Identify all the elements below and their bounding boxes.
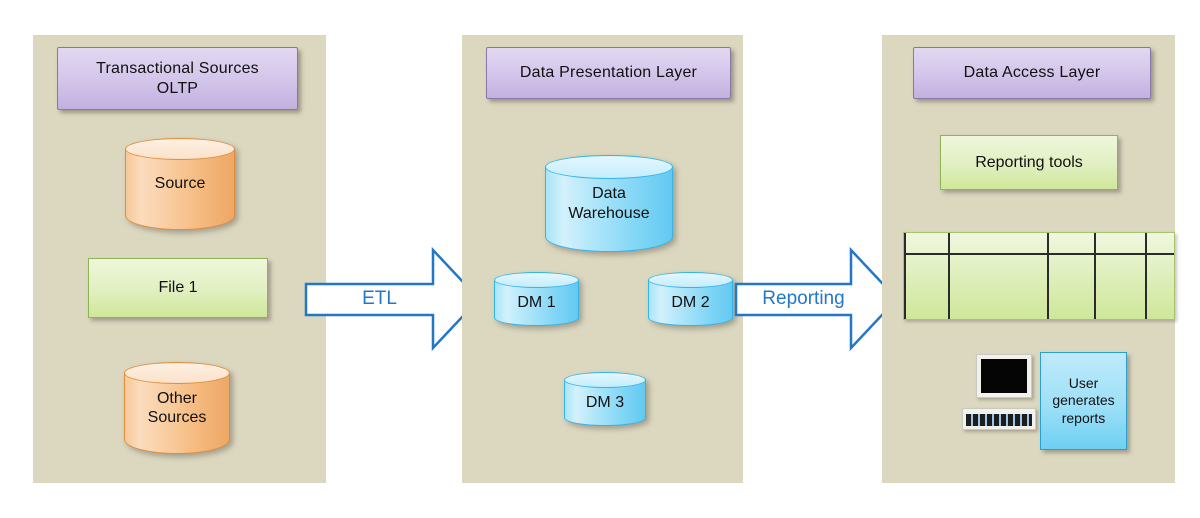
keyboard-icon	[962, 408, 1036, 430]
database-cylinder-dm-2: DM 2	[648, 272, 733, 326]
cylinder-label-line-2: Warehouse	[568, 204, 650, 222]
table-column-divider	[1145, 233, 1147, 319]
cylinder-label: Data Warehouse	[564, 184, 653, 222]
report-table-grid	[903, 232, 1175, 320]
header-label: Data Presentation Layer	[519, 64, 698, 81]
header-line-2: OLTP	[156, 79, 199, 97]
box-label: File 1	[158, 279, 198, 296]
etl-arrow: ETL	[304, 246, 481, 352]
box-label-line-3: reports	[1061, 409, 1106, 426]
panel-header-data-presentation-layer: Data Presentation Layer	[486, 47, 731, 99]
panel-header-data-access-layer: Data Access Layer	[913, 47, 1151, 99]
panel-header-transactional-sources: Transactional Sources OLTP	[57, 47, 298, 110]
cylinder-label: Other Sources	[144, 389, 211, 427]
header-line-1: Transactional Sources	[96, 59, 259, 77]
reporting-arrow-label: Reporting	[762, 288, 845, 309]
cylinder-label: DM 3	[585, 394, 625, 412]
box-reporting-tools: Reporting tools	[940, 135, 1118, 190]
reporting-arrow: Reporting	[734, 246, 899, 352]
database-cylinder-dm-1: DM 1	[494, 272, 579, 326]
box-label: User generates reports	[1052, 375, 1114, 428]
header-label: Data Access Layer	[963, 64, 1101, 81]
table-column-divider	[904, 233, 906, 319]
cylinder-label: DM 2	[671, 294, 710, 312]
keyboard-keys	[966, 414, 1032, 426]
cylinder-label: DM 1	[517, 294, 556, 312]
table-header-separator	[904, 253, 1174, 255]
table-column-divider	[1047, 233, 1049, 319]
box-label: Reporting tools	[975, 153, 1083, 171]
diagram-canvas: Transactional Sources OLTP Source File 1…	[0, 0, 1200, 518]
cylinder-label: Source	[154, 175, 206, 193]
cylinder-label-line-1: Data	[592, 185, 626, 203]
database-cylinder-data-warehouse: Data Warehouse	[545, 155, 673, 252]
box-label-line-2: generates	[1052, 392, 1115, 409]
box-user-generates-reports: User generates reports	[1040, 352, 1127, 450]
table-column-divider	[1094, 233, 1096, 319]
table-column-divider	[948, 233, 950, 319]
cylinder-top-ellipse	[545, 155, 673, 179]
database-cylinder-other-sources: Other Sources	[124, 362, 230, 454]
cylinder-top-ellipse	[124, 362, 230, 384]
database-cylinder-dm-3: DM 3	[564, 372, 646, 426]
etl-arrow-label: ETL	[362, 288, 397, 309]
box-label-line-1: User	[1068, 374, 1099, 391]
database-cylinder-source: Source	[125, 138, 235, 230]
cylinder-label-line-1: Other	[156, 389, 197, 407]
monitor-icon	[976, 354, 1032, 398]
box-file-1: File 1	[88, 258, 268, 318]
monitor-screen	[981, 359, 1027, 393]
cylinder-top-ellipse	[125, 138, 235, 160]
cylinder-label-line-2: Sources	[147, 409, 207, 426]
